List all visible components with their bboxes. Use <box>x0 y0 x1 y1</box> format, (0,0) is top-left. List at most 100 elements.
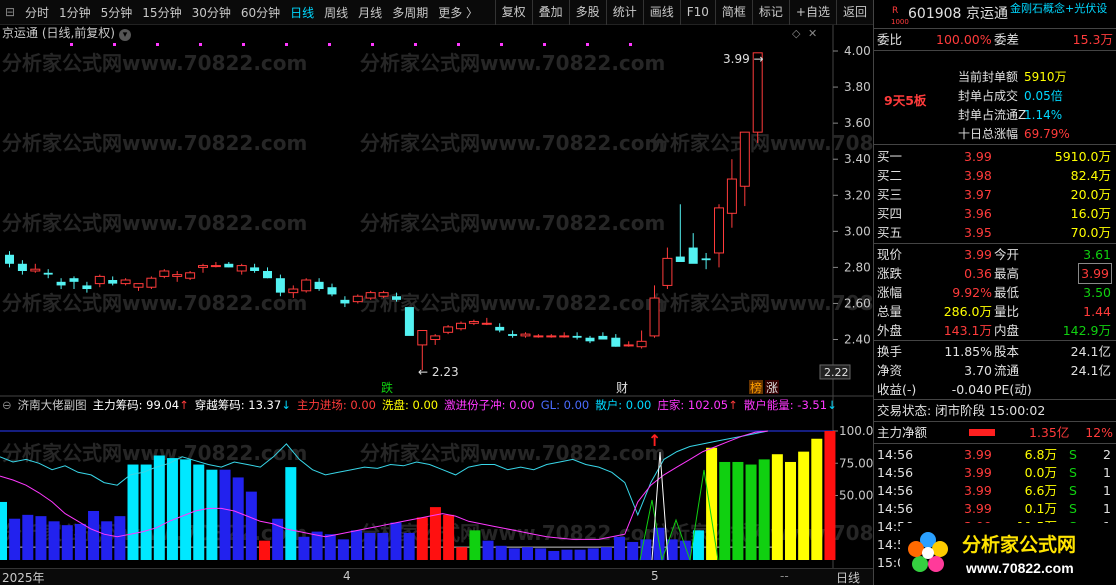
bid-row-1[interactable]: 买二 3.98 82.4万 <box>874 166 1116 185</box>
candle-26[interactable] <box>340 296 350 308</box>
signal-dot <box>457 43 460 46</box>
candle-10[interactable] <box>133 283 144 291</box>
candle-13[interactable] <box>172 270 183 282</box>
candle-body <box>481 322 492 325</box>
candle-5[interactable] <box>69 276 79 290</box>
main-net-row: 主力净额 1.35亿 12% <box>874 423 1116 442</box>
chart-canvas[interactable]: 分析家公式网www.70822.com 分析家公式网www.70822.com分析… <box>0 0 873 585</box>
candle-57[interactable] <box>739 131 750 207</box>
candle-31[interactable] <box>404 307 414 336</box>
candle-46[interactable] <box>598 332 608 340</box>
candle-45[interactable] <box>585 335 595 344</box>
fund-value-a-0: 11.85% <box>944 344 992 359</box>
ind-bar-42 <box>548 550 560 560</box>
candle-body <box>250 267 260 271</box>
candle-24[interactable] <box>314 278 324 291</box>
candle-body <box>636 340 647 348</box>
candle-7[interactable] <box>94 274 105 288</box>
candle-42[interactable] <box>546 334 557 338</box>
candle-16[interactable] <box>210 261 221 268</box>
candle-40[interactable] <box>520 332 531 338</box>
candle-37[interactable] <box>481 317 492 326</box>
candle-34[interactable] <box>443 325 454 335</box>
candle-44[interactable] <box>572 332 582 340</box>
candle-19[interactable] <box>250 263 260 273</box>
candle-9[interactable] <box>120 278 131 286</box>
candle-39[interactable] <box>508 330 518 338</box>
candle-2[interactable] <box>30 263 41 273</box>
candle-43[interactable] <box>559 332 570 338</box>
candle-36[interactable] <box>468 319 479 326</box>
y-tick-label: 2.40 <box>844 333 871 347</box>
scroll-control[interactable]: -- <box>780 569 789 583</box>
period-label[interactable]: 日线 <box>836 569 860 585</box>
ind-bar-39 <box>508 548 520 560</box>
concept-label[interactable]: 金刚石概念+光伏设 <box>1010 0 1107 21</box>
indicator-title[interactable]: 济南大佬副图 <box>18 397 87 414</box>
stat-label-b-2: 最低 <box>994 285 1020 300</box>
candle-11[interactable] <box>146 276 157 290</box>
event-mark-2[interactable]: 榜 <box>750 380 762 395</box>
candle-47[interactable] <box>611 334 621 347</box>
candle-27[interactable] <box>352 294 363 304</box>
ind-bar-32 <box>416 517 428 560</box>
candle-58[interactable] <box>752 52 763 143</box>
candle-55[interactable] <box>714 204 724 268</box>
candle-3[interactable] <box>43 269 53 279</box>
candle-54[interactable] <box>701 252 711 270</box>
indicator-item-7: GL: 0.00 <box>540 398 590 412</box>
candle-12[interactable] <box>159 269 170 279</box>
event-mark-1[interactable]: 财 <box>616 381 628 395</box>
collapse-icon[interactable]: ⊖ <box>2 397 12 414</box>
candle-17[interactable] <box>224 261 234 268</box>
tick-time-3: 14:56 <box>877 501 914 516</box>
watermark-text: 分析家公式网www.70822.com <box>650 131 873 155</box>
candle-body <box>739 131 750 187</box>
tick-volume-3: 0.1万 <box>1024 501 1057 516</box>
indicator-header: ⊖ 济南大佬副图 主力筹码: 99.04 ↑ 穿越筹码: 13.37 ↓ 主力进场: 0.0… <box>0 397 837 414</box>
candle-33[interactable] <box>430 334 441 345</box>
event-mark-3[interactable]: 涨 <box>766 380 778 395</box>
candle-41[interactable] <box>533 334 544 338</box>
candle-0[interactable] <box>5 251 14 268</box>
candle-25[interactable] <box>327 283 337 297</box>
seal-row-0: 当前封单额 5910万 <box>874 68 1116 87</box>
tick-time-1: 14:56 <box>877 465 914 480</box>
close-icon[interactable]: ✕ <box>808 27 817 40</box>
candle-35[interactable] <box>456 321 466 331</box>
candle-14[interactable] <box>185 270 196 281</box>
candle-body <box>159 270 170 277</box>
candle-15[interactable] <box>198 263 208 273</box>
bid-row-3[interactable]: 买四 3.96 16.0万 <box>874 204 1116 223</box>
bid-row-0[interactable]: 买一 3.99 5910.0万 <box>874 147 1116 166</box>
candle-56[interactable] <box>726 159 737 228</box>
stock-code: 601908 <box>908 6 962 22</box>
candle-51[interactable] <box>662 247 673 290</box>
candle-28[interactable] <box>365 290 376 300</box>
stat-label-a-2: 涨幅 <box>877 285 903 300</box>
seal-row-1: 封单占成交 0.05倍 <box>874 87 1116 106</box>
candle-8[interactable] <box>108 276 118 286</box>
candle-23[interactable] <box>301 278 312 293</box>
candle-1[interactable] <box>17 260 27 275</box>
candle-body <box>275 278 285 293</box>
candle-38[interactable] <box>495 323 505 333</box>
event-mark-0[interactable]: 跌 <box>381 380 393 395</box>
indicator-item-3: ↓ <box>281 398 291 412</box>
candle-52[interactable] <box>675 204 685 262</box>
candle-18[interactable] <box>236 263 247 275</box>
bid-row-2[interactable]: 买三 3.97 20.0万 <box>874 185 1116 204</box>
candle-48[interactable] <box>623 341 634 347</box>
ind-bar-22 <box>285 467 297 560</box>
candle-body <box>172 274 183 277</box>
bid-row-4[interactable]: 买五 3.95 70.0万 <box>874 223 1116 242</box>
candle-body <box>263 270 272 279</box>
candle-4[interactable] <box>56 278 66 290</box>
candle-53[interactable] <box>688 233 698 264</box>
diamond-icon[interactable]: ◇ <box>792 27 801 40</box>
ind-bar-1 <box>9 518 21 560</box>
bid-price-3: 3.96 <box>964 206 992 221</box>
indicator-item-4: 主力进场: 0.00 <box>296 398 376 412</box>
candle-20[interactable] <box>263 267 272 279</box>
candle-49[interactable] <box>636 330 647 349</box>
